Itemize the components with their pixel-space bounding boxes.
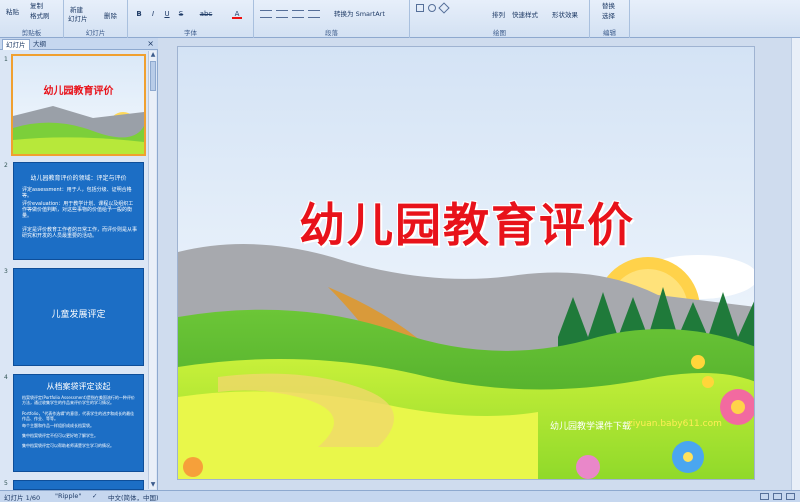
ribbon: 粘贴 复制 格式刷 剪贴板 新建 幻灯片 删除 幻灯片 B I U S abc …: [0, 0, 800, 38]
clear-format-button[interactable]: abc: [198, 9, 214, 19]
thumbnail-bullet: 评定是评价教育工作者的日常工作，而评价则是从事研究和开发的人员最重要的活动。: [22, 227, 138, 239]
panel-tabbar: 幻灯片 大纲 ×: [0, 38, 158, 50]
paragraph-group-label: 段落: [325, 29, 338, 37]
slide-thumbnail-1[interactable]: 幼儿园教育评价: [11, 54, 146, 156]
format-painter-button[interactable]: 格式刷: [30, 10, 50, 20]
thumbnail-bullet: 评价evaluation：用于教学计划、课程以及组织工作等做价值判断，对这些事物…: [22, 201, 134, 219]
slide-number: 3: [4, 268, 8, 275]
smartart-button[interactable]: 转换为 SmartArt: [334, 8, 385, 18]
tab-outline[interactable]: 大纲: [30, 39, 49, 50]
slideshow-icon[interactable]: [786, 493, 795, 500]
slide-number: 5: [4, 480, 8, 487]
editing-group-label: 编辑: [603, 29, 616, 37]
thumbnail-title: 幼儿园教育评价: [43, 86, 114, 97]
slide-number: 2: [4, 162, 8, 169]
slides-panel: 幻灯片 大纲 × 1 幼儿园教育评价 2 幼儿园教育评价的领域：评定与评价 评定…: [0, 38, 158, 490]
normal-view-icon[interactable]: [760, 493, 769, 500]
editing-group: 替换 选择 编辑: [590, 0, 630, 38]
shape-effects-button[interactable]: 形状效果: [552, 9, 578, 19]
diamond-shape-icon[interactable]: [438, 2, 450, 14]
theme-name: "Ripple": [55, 492, 82, 500]
scrollbar-thumb[interactable]: [150, 61, 156, 91]
scroll-up-icon[interactable]: ▲: [149, 51, 157, 59]
clipboard-group: 粘贴 复制 格式刷 剪贴板: [0, 0, 64, 38]
close-icon[interactable]: ×: [147, 39, 154, 49]
slide-thumbnail-4[interactable]: 从档案袋评定谈起 档案袋评定(Portfolio Assessment)是指在美…: [13, 374, 144, 472]
font-group: B I U S abc A 字体: [128, 0, 254, 38]
slide-editor: 幼儿园教育评价 幼儿园教学课件下载 ziyuan.baby611.com: [159, 38, 800, 490]
slide-number: 4: [4, 374, 8, 381]
thumbnail-title: 从档案袋评定谈起: [46, 382, 111, 391]
thumbnail-bullet: 评定assessment：用于人，包括分级、证明合格等。: [22, 187, 132, 199]
editor-scrollbar[interactable]: [791, 38, 800, 490]
status-bar: 幻灯片 1/60 "Ripple" ✓ 中文(简体，中国): [0, 490, 800, 502]
thumbnail-bullet: 集中档案袋评定可以帮助老师清楚学生学习的情况。: [22, 443, 114, 448]
slide-title[interactable]: 幼儿园教育评价: [178, 189, 754, 255]
slide-thumbnail-2[interactable]: 幼儿园教育评价的领域：评定与评价 评定assessment：用于人，包括分级、证…: [13, 162, 144, 260]
drawing-group-label: 绘图: [493, 29, 506, 37]
bold-button[interactable]: B: [134, 9, 144, 19]
paragraph-group: 转换为 SmartArt 段落: [254, 0, 410, 38]
thumbnail-bullet: Portfolio，"代表作选辑"的意思，代表学生的进步和成长的最佳作品、作业、…: [22, 411, 135, 421]
thumbnail-title: 幼儿园教育评价的领域：评定与评价: [30, 175, 127, 182]
slide-number: 1: [4, 56, 8, 63]
align-left-icon[interactable]: [260, 10, 272, 18]
clipboard-group-label: 剪贴板: [21, 29, 42, 37]
slide-background-landscape: [178, 47, 754, 479]
align-center-icon[interactable]: [276, 10, 288, 18]
paste-button[interactable]: 粘贴: [6, 6, 19, 16]
underline-button[interactable]: U: [162, 9, 172, 19]
font-color-icon[interactable]: A: [232, 9, 242, 19]
copy-button[interactable]: 复制: [30, 0, 43, 10]
spellcheck-icon[interactable]: ✓: [92, 492, 97, 500]
quick-styles-button[interactable]: 快速样式: [512, 9, 538, 19]
slide-thumbnail-landscape: [13, 56, 144, 154]
panel-scrollbar[interactable]: ▲ ▼: [148, 51, 156, 489]
oval-shape-icon[interactable]: [428, 4, 436, 12]
align-right-icon[interactable]: [292, 10, 304, 18]
slides-group-label: 幻灯片: [85, 29, 106, 37]
font-group-label: 字体: [184, 29, 197, 37]
italic-button[interactable]: I: [148, 9, 158, 19]
main-slide[interactable]: 幼儿园教育评价 幼儿园教学课件下载 ziyuan.baby611.com: [177, 46, 755, 480]
tab-slides[interactable]: 幻灯片: [2, 39, 30, 50]
justify-icon[interactable]: [308, 10, 320, 18]
thumbnail-bullet: 集中档案袋评定不但可以更好地了解学生。: [22, 433, 98, 438]
slides-group: 新建 幻灯片 删除 幻灯片: [64, 0, 128, 38]
strikethrough-button[interactable]: S: [176, 9, 186, 19]
slide-sorter-icon[interactable]: [773, 493, 782, 500]
language-indicator[interactable]: 中文(简体，中国): [108, 492, 159, 502]
select-button[interactable]: 选择: [602, 10, 615, 20]
arrange-button[interactable]: 排列: [492, 9, 505, 19]
thumbnail-bullet: 每个主题和作品一样组织成成长档案袋。: [22, 423, 94, 428]
rectangle-shape-icon[interactable]: [416, 4, 424, 12]
thumbnail-bullet: 档案袋评定(Portfolio Assessment)是指在美国流行的一种评价方…: [22, 395, 135, 405]
new-slide-label-2[interactable]: 幻灯片: [68, 13, 88, 23]
delete-slide-button[interactable]: 删除: [104, 10, 117, 20]
drawing-group: 排列 快速样式 形状效果 绘图: [410, 0, 590, 38]
slide-thumbnail-3[interactable]: 儿童发展评定: [13, 268, 144, 366]
scroll-down-icon[interactable]: ▼: [149, 481, 157, 489]
slide-thumbnail-5[interactable]: [13, 480, 144, 490]
replace-button[interactable]: 替换: [602, 0, 615, 10]
slide-footer-label: 幼儿园教学课件下载: [550, 422, 632, 432]
slide-footer-url: ziyuan.baby611.com: [628, 419, 722, 429]
slide-counter: 幻灯片 1/60: [4, 494, 41, 502]
thumbnail-title: 儿童发展评定: [51, 310, 106, 320]
